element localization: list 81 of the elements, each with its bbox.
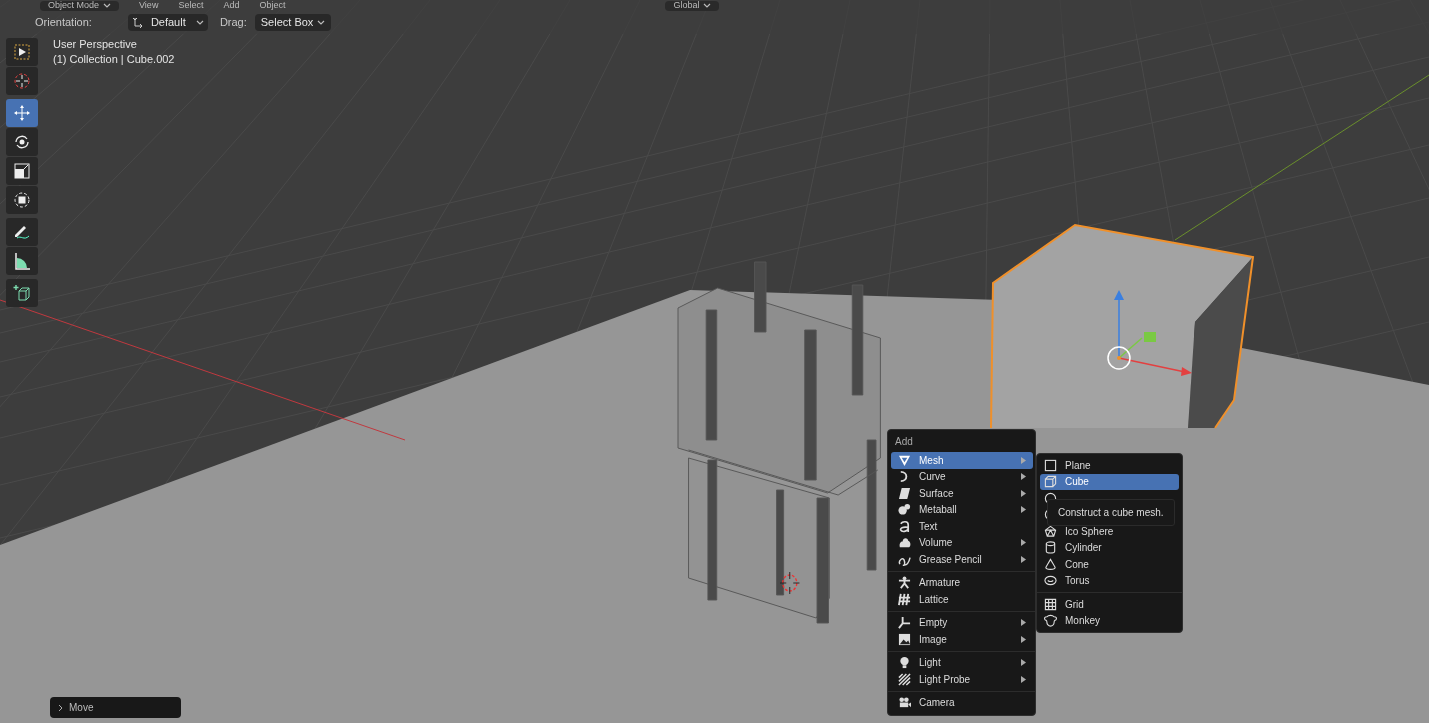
menu-item[interactable]: Volume xyxy=(891,534,1033,551)
cone-icon xyxy=(1044,557,1057,571)
chevron-down-icon xyxy=(195,19,204,26)
letter-icon xyxy=(898,519,911,533)
monkey-head-icon xyxy=(1044,614,1057,628)
menu-item[interactable]: Empty xyxy=(891,614,1033,631)
menu-item[interactable]: Grease Pencil xyxy=(891,551,1033,568)
menu-item[interactable]: View xyxy=(139,1,159,10)
tool-button[interactable] xyxy=(6,218,38,246)
pivot-axes-icon xyxy=(131,17,143,28)
menu-item[interactable]: Object xyxy=(259,1,286,10)
tool-button[interactable] xyxy=(6,186,38,214)
menu-item[interactable]: Camera xyxy=(891,694,1033,711)
menu-item[interactable]: Image xyxy=(891,631,1033,648)
move-arrows-icon xyxy=(13,104,31,122)
menu-item[interactable]: Cube xyxy=(1040,473,1179,490)
menu-item[interactable]: Light Probe xyxy=(891,671,1033,688)
torus-icon xyxy=(1044,574,1057,588)
menu-item[interactable]: Lattice xyxy=(891,591,1033,608)
orientation-label: Orientation: xyxy=(35,15,92,31)
menu-item[interactable]: Text xyxy=(891,518,1033,535)
menu-item[interactable]: Plane xyxy=(1040,457,1179,474)
grid-icon xyxy=(1044,597,1057,611)
tool-button[interactable] xyxy=(6,157,38,185)
menu-item[interactable]: Torus xyxy=(1040,572,1179,589)
menu-item[interactable]: Select xyxy=(178,1,204,10)
menu-title: Add xyxy=(894,434,914,449)
drag-dropdown[interactable]: Select Box xyxy=(254,14,332,31)
menu-item[interactable]: Light xyxy=(891,654,1033,671)
rotate-icon xyxy=(13,133,31,151)
submenu-arrow-icon xyxy=(1021,456,1026,464)
lattice-icon xyxy=(898,592,911,606)
orientation-dropdown[interactable]: Global xyxy=(665,0,720,11)
object-info: (1) Collection | Cube.002 xyxy=(53,53,175,65)
ruler-icon xyxy=(13,252,31,270)
crosshair-icon xyxy=(13,72,31,90)
add-cube-icon xyxy=(13,284,31,302)
cube-icon xyxy=(1044,475,1057,489)
menu-item[interactable]: Grid xyxy=(1040,596,1179,613)
menu-item[interactable]: Surface xyxy=(891,485,1033,502)
orientation-dropdown[interactable]: Default xyxy=(127,14,208,31)
menu-item[interactable]: Cone xyxy=(1040,556,1179,573)
chevron-right-icon xyxy=(58,703,63,712)
menu-item[interactable]: Ico Sphere xyxy=(1040,523,1179,540)
scale-icon xyxy=(13,162,31,180)
menu-item[interactable]: Add xyxy=(223,1,240,10)
tool-button[interactable] xyxy=(6,128,38,156)
submenu-arrow-icon xyxy=(1021,506,1026,514)
bulb-icon xyxy=(898,656,911,670)
drag-label: Drag: xyxy=(219,15,247,31)
blob-icon xyxy=(898,503,911,517)
tool-button[interactable] xyxy=(6,38,38,66)
menu-item[interactable]: Armature xyxy=(891,574,1033,591)
tool-button[interactable] xyxy=(6,279,38,307)
figure-icon xyxy=(898,576,911,590)
menu-item[interactable]: Metaball xyxy=(891,501,1033,518)
square-icon xyxy=(1044,458,1057,472)
menu-item[interactable]: Cylinder xyxy=(1040,539,1179,556)
mode-dropdown[interactable]: Object Mode xyxy=(40,0,120,11)
chevron-down-icon xyxy=(317,19,326,26)
tool-button[interactable] xyxy=(6,247,38,275)
image-icon xyxy=(898,632,911,646)
axes-icon xyxy=(898,616,911,630)
cylinder-icon xyxy=(1044,541,1057,555)
chevron-down-icon xyxy=(103,2,112,9)
transform-icon xyxy=(13,191,31,209)
tooltip: Construct a cube mesh. xyxy=(1047,499,1175,526)
view-name: User Perspective xyxy=(53,38,138,50)
cloud-icon xyxy=(898,536,911,550)
menu-item[interactable]: Monkey xyxy=(1040,612,1179,629)
camera-icon xyxy=(898,696,911,710)
chevron-down-icon xyxy=(703,2,712,9)
icosphere-icon xyxy=(1044,524,1057,538)
menu-item[interactable]: Curve xyxy=(891,468,1033,485)
last-operator-panel[interactable]: Move xyxy=(50,697,181,718)
surface-icon xyxy=(898,486,911,500)
triangle-icon xyxy=(898,453,911,467)
hatch-icon xyxy=(898,672,911,686)
pencil-icon xyxy=(13,223,31,241)
menu-item[interactable]: Mesh xyxy=(891,452,1033,469)
select-box-icon xyxy=(13,43,31,61)
